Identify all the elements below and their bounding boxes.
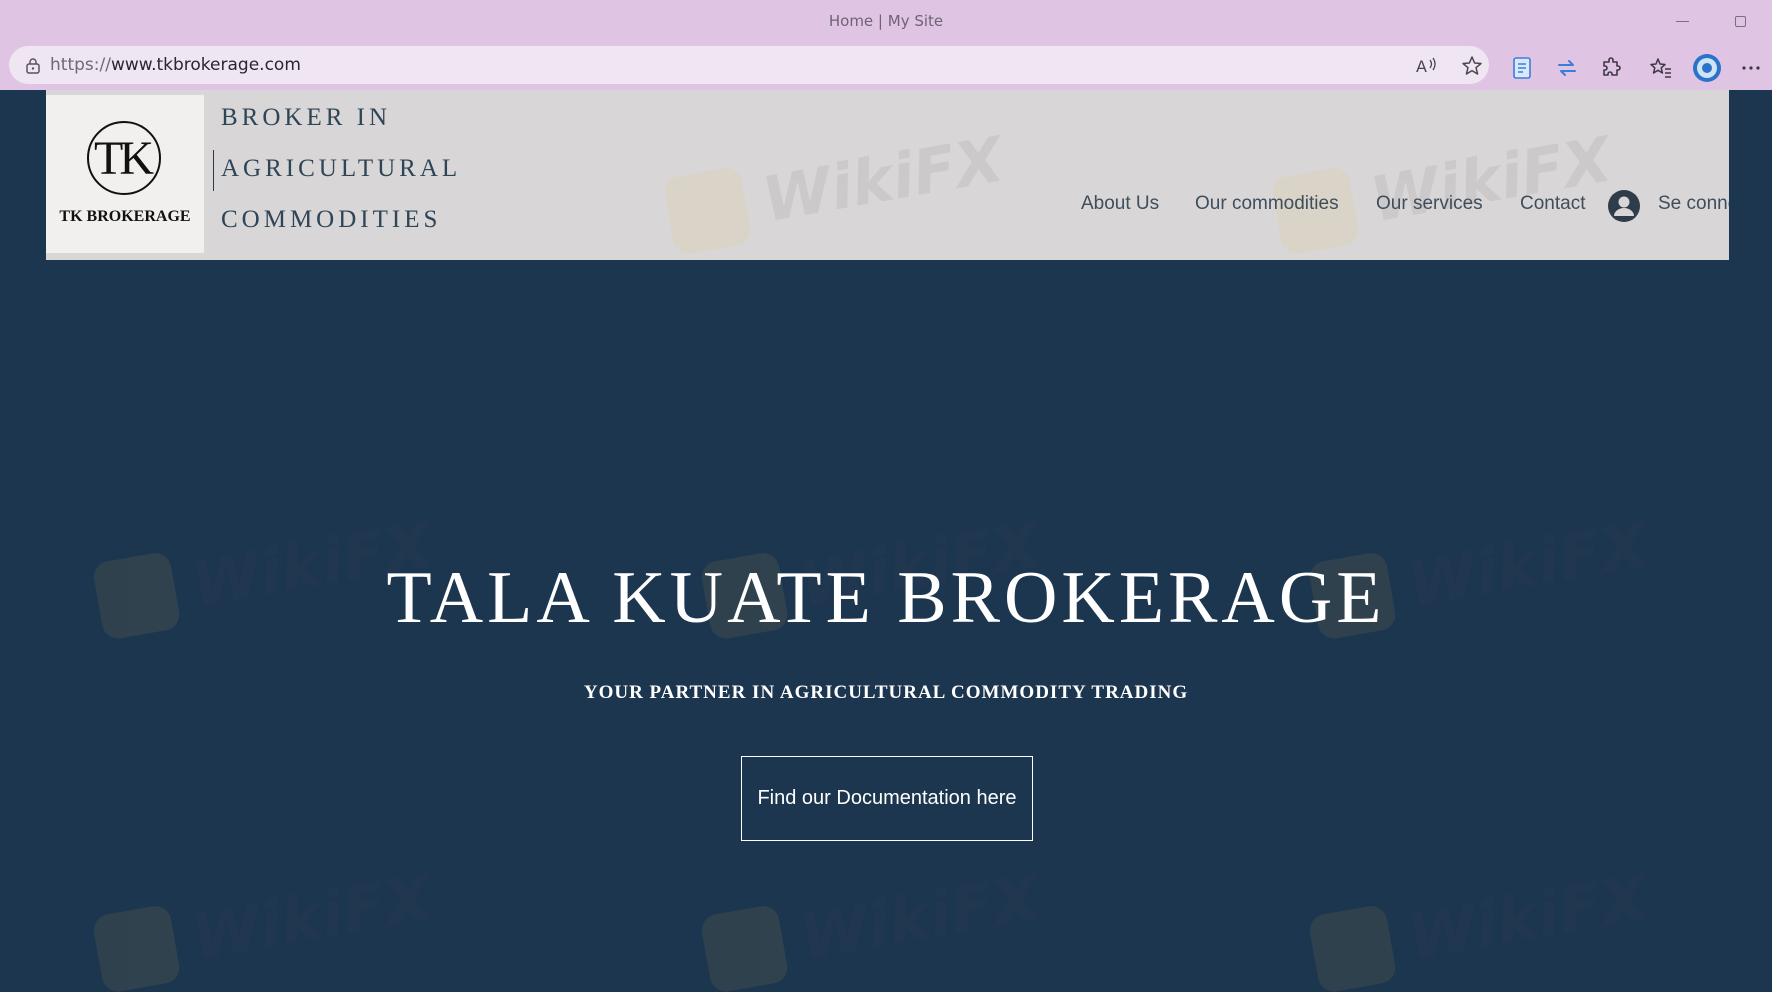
hero-subtitle: YOUR PARTNER IN AGRICULTURAL COMMODITY T…: [583, 682, 1189, 703]
login-link[interactable]: Se connecter: [1658, 193, 1729, 215]
document-icon[interactable]: [1510, 56, 1534, 80]
watermark: WikiFX: [696, 840, 1046, 992]
header-divider: [213, 150, 214, 191]
user-avatar-icon[interactable]: [1607, 189, 1641, 223]
watermark-logo-icon: [91, 903, 182, 992]
url-scheme: https://: [50, 55, 111, 75]
window-title: Home | My Site: [828, 12, 944, 30]
lock-icon[interactable]: [25, 57, 41, 74]
site-header: TK TK BROKERAGE BROKER IN AGRICULTURAL C…: [46, 90, 1729, 260]
tagline-line: COMMODITIES: [221, 206, 442, 233]
favorites-icon[interactable]: [1649, 56, 1673, 80]
profile-icon[interactable]: [1692, 53, 1722, 83]
restore-button[interactable]: [1720, 8, 1760, 34]
restore-icon: [1734, 15, 1746, 27]
watermark: WikiFX: [1304, 840, 1654, 992]
address-bar[interactable]: https://www.tkbrokerage.com A: [9, 46, 1489, 84]
more-icon[interactable]: [1739, 56, 1763, 80]
sync-icon[interactable]: [1555, 56, 1579, 80]
watermark: WikiFX: [88, 840, 438, 992]
watermark-text: WikiFX: [1365, 122, 1617, 237]
watermark-text: WikiFX: [794, 860, 1046, 975]
minimize-icon: [1675, 20, 1689, 22]
hero-title: TALA KUATE BROKERAGE: [386, 557, 1386, 639]
watermark-text: WikiFX: [1402, 860, 1654, 975]
nav-contact[interactable]: Contact: [1520, 193, 1585, 215]
logo-name: TK BROKERAGE: [59, 208, 191, 225]
nav-about-us[interactable]: About Us: [1081, 193, 1159, 215]
watermark-logo-icon: [699, 903, 790, 992]
svg-text:A: A: [1416, 57, 1427, 76]
watermark: WikiFX: [1267, 102, 1617, 260]
browser-toolbar: https://www.tkbrokerage.com A: [0, 42, 1772, 90]
watermark-logo-icon: [1307, 903, 1398, 992]
watermark-logo-icon: [662, 165, 753, 256]
url-text[interactable]: https://www.tkbrokerage.com: [50, 55, 301, 75]
watermark-text: WikiFX: [757, 122, 1009, 237]
nav-our-services[interactable]: Our services: [1376, 193, 1483, 215]
tagline-line: AGRICULTURAL: [221, 155, 462, 182]
minimize-button[interactable]: [1662, 8, 1702, 34]
site-logo[interactable]: TK TK BROKERAGE: [46, 95, 204, 253]
read-aloud-icon[interactable]: A: [1415, 55, 1437, 77]
logo-monogram: TK: [87, 121, 161, 195]
url-host: www.tkbrokerage.com: [110, 55, 301, 75]
watermark: WikiFX: [659, 102, 1009, 260]
browser-title-bar: Home | My Site: [0, 0, 1772, 42]
nav-our-commodities[interactable]: Our commodities: [1195, 193, 1339, 215]
watermark-text: WikiFX: [186, 860, 438, 975]
documentation-button[interactable]: Find our Documentation here: [741, 756, 1033, 841]
tagline-line: BROKER IN: [221, 104, 392, 131]
star-icon[interactable]: [1461, 55, 1483, 77]
puzzle-icon[interactable]: [1600, 56, 1624, 80]
